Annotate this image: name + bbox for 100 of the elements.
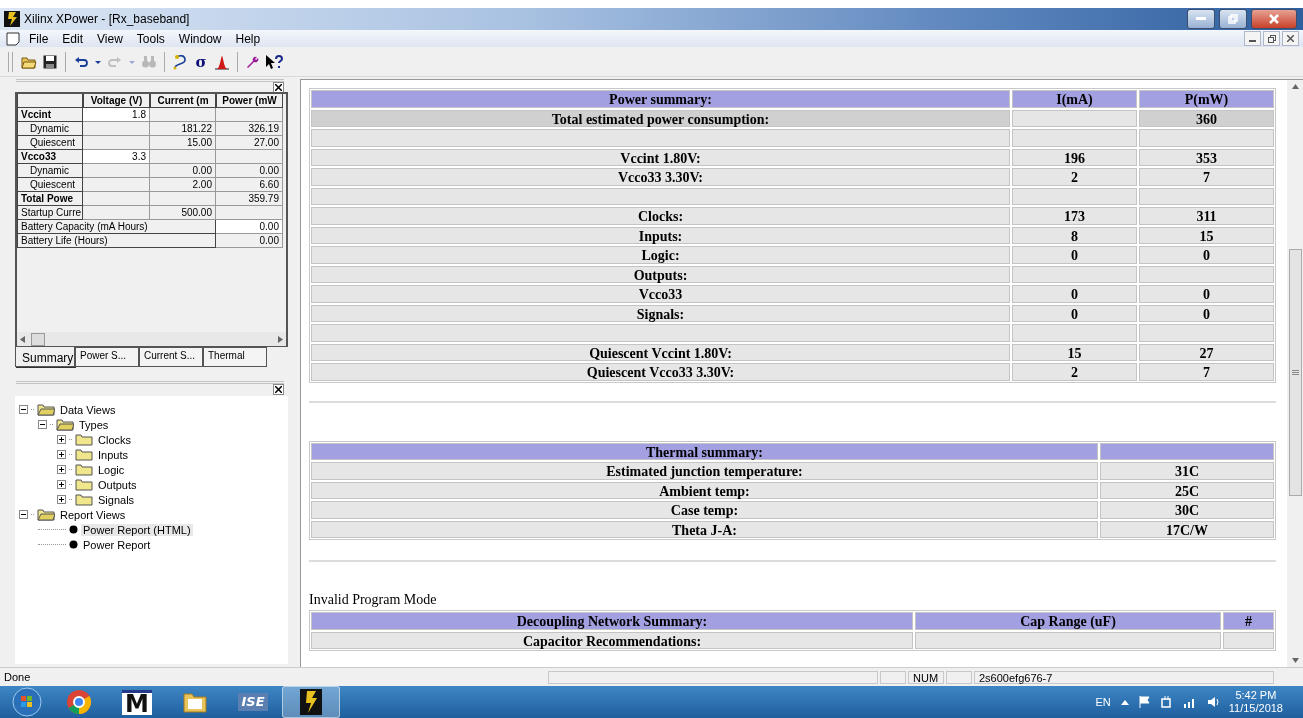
table-cell: Signals: bbox=[311, 304, 1010, 322]
table-cell: 25C bbox=[1100, 481, 1274, 499]
voltage-field[interactable]: 1.8 bbox=[83, 108, 150, 122]
expand-toggle[interactable] bbox=[57, 495, 66, 504]
panel-tab[interactable]: Power S... bbox=[75, 347, 139, 367]
collapse-toggle[interactable] bbox=[38, 420, 47, 429]
expand-toggle[interactable] bbox=[57, 435, 66, 444]
tree-item[interactable]: Logic bbox=[96, 463, 127, 476]
clock-time[interactable]: 5:42 PM bbox=[1235, 689, 1277, 702]
grid-cell: 27.00 bbox=[216, 136, 283, 150]
column-header: Decoupling Network Summary: bbox=[311, 612, 913, 630]
table-cell: Estimated junction temperature: bbox=[311, 462, 1098, 480]
start-orb-icon[interactable] bbox=[12, 687, 42, 717]
bullet-icon bbox=[69, 525, 78, 534]
restore-button[interactable] bbox=[1263, 31, 1280, 46]
save-icon[interactable] bbox=[42, 53, 58, 70]
tree-item[interactable]: Power Report bbox=[81, 538, 153, 551]
scroll-left-icon[interactable] bbox=[20, 335, 25, 343]
table-cell: 15 bbox=[1012, 343, 1137, 361]
folder-icon[interactable] bbox=[182, 690, 208, 714]
tree-item[interactable]: Inputs bbox=[96, 448, 130, 461]
column-header: Voltage (V) bbox=[83, 94, 150, 108]
grid-cell: 15.00 bbox=[150, 136, 216, 150]
expand-toggle[interactable] bbox=[57, 465, 66, 474]
menu-item[interactable]: File bbox=[22, 31, 56, 46]
grid-row-label: Battery Life (Hours) bbox=[17, 234, 216, 248]
menu-item[interactable]: View bbox=[90, 31, 130, 46]
table-cell: Vcco33 bbox=[311, 285, 1010, 303]
column-header: P(mW) bbox=[1139, 90, 1274, 108]
voltage-field[interactable]: 3.3 bbox=[83, 150, 150, 164]
expand-toggle[interactable] bbox=[57, 480, 66, 489]
close-button[interactable] bbox=[1282, 31, 1299, 46]
table-cell: Outputs: bbox=[311, 265, 1010, 283]
panel-tab[interactable]: Thermal bbox=[203, 347, 267, 367]
tree-item[interactable]: Signals bbox=[96, 493, 137, 506]
taskbar-button[interactable] bbox=[282, 686, 340, 718]
tree-item[interactable]: Clocks bbox=[96, 433, 133, 446]
note-text: Invalid Program Mode bbox=[309, 592, 438, 608]
clock-date[interactable]: 11/15/2018 bbox=[1228, 702, 1283, 715]
app-logo-icon[interactable]: ISE bbox=[238, 693, 268, 711]
column-header: I(mA) bbox=[1012, 90, 1137, 108]
tree-item[interactable]: Data Views bbox=[58, 403, 118, 416]
signal-icon[interactable] bbox=[1182, 696, 1197, 708]
minimize-button[interactable] bbox=[1244, 31, 1261, 46]
tree-item[interactable]: Outputs bbox=[96, 478, 139, 491]
collapse-toggle[interactable] bbox=[19, 510, 28, 519]
taskbar-button[interactable]: M bbox=[108, 686, 166, 718]
folder-icon bbox=[75, 478, 93, 491]
tree-item[interactable]: Types bbox=[77, 418, 111, 431]
table-cell: Quiescent Vcco33 3.30V: bbox=[311, 363, 1010, 381]
grid-cell: 6.60 bbox=[216, 178, 283, 192]
scroll-right-icon[interactable] bbox=[278, 335, 283, 343]
document-icon[interactable] bbox=[6, 31, 20, 46]
close-button[interactable] bbox=[1251, 9, 1297, 29]
grid-cell: 2.00 bbox=[150, 178, 216, 192]
table-cell: Ambient temp: bbox=[311, 481, 1098, 499]
volume-icon[interactable] bbox=[1206, 696, 1219, 708]
grid-row-label: Vcco33 bbox=[17, 150, 83, 164]
horizontal-scrollbar[interactable] bbox=[17, 332, 286, 346]
scrollbar-thumb[interactable] bbox=[31, 332, 45, 346]
column-header: Cap Range (uF) bbox=[915, 612, 1221, 630]
expand-toggle[interactable] bbox=[57, 450, 66, 459]
power-icon[interactable] bbox=[1160, 696, 1173, 708]
table-cell: 30C bbox=[1100, 501, 1274, 519]
menu-item[interactable]: Window bbox=[171, 31, 229, 46]
sigma-icon[interactable]: σ bbox=[195, 52, 207, 71]
probe-icon[interactable] bbox=[172, 53, 188, 70]
tree-item[interactable]: Power Report (HTML) bbox=[81, 523, 193, 536]
menu-item[interactable]: Help bbox=[228, 31, 268, 46]
table-cell: 353 bbox=[1139, 148, 1274, 166]
vertical-scrollbar[interactable] bbox=[1287, 80, 1303, 667]
panel-tab[interactable]: Current S... bbox=[139, 347, 203, 367]
folder-icon bbox=[75, 493, 93, 506]
taskbar-button[interactable]: ISE bbox=[224, 686, 282, 718]
menu-item[interactable]: Tools bbox=[129, 31, 172, 46]
value-field[interactable]: 0.00 bbox=[216, 220, 283, 234]
scrollbar-thumb[interactable] bbox=[1288, 249, 1302, 496]
close-button[interactable] bbox=[273, 383, 284, 395]
flag-icon[interactable] bbox=[1138, 696, 1151, 708]
grid-cell: 0.00 bbox=[216, 234, 283, 248]
minimize-button[interactable] bbox=[1187, 9, 1215, 29]
language-indicator[interactable]: EN bbox=[1095, 696, 1111, 708]
grid-row-label: Dynamic bbox=[17, 122, 83, 136]
table-cell: 7 bbox=[1139, 363, 1274, 381]
panel-tab[interactable]: Summary bbox=[15, 347, 75, 367]
maximize-button[interactable] bbox=[1219, 9, 1247, 29]
collapse-toggle[interactable] bbox=[19, 405, 28, 414]
menu-item[interactable]: Edit bbox=[55, 31, 91, 46]
scroll-down-icon[interactable] bbox=[1291, 658, 1299, 663]
app-logo-icon[interactable]: M bbox=[122, 689, 152, 715]
browser-icon[interactable] bbox=[66, 689, 92, 715]
table-cell: 360 bbox=[1139, 109, 1274, 127]
close-icon bbox=[275, 83, 282, 91]
help-pointer-icon[interactable] bbox=[265, 53, 285, 70]
show-hidden-icon[interactable] bbox=[1120, 699, 1129, 705]
table-cell: Case temp: bbox=[311, 501, 1098, 519]
scroll-up-icon[interactable] bbox=[1291, 84, 1299, 89]
grid-row-label: Quiescent bbox=[17, 178, 83, 192]
tree-item[interactable]: Report Views bbox=[58, 508, 128, 521]
lightning-icon[interactable] bbox=[300, 689, 322, 715]
